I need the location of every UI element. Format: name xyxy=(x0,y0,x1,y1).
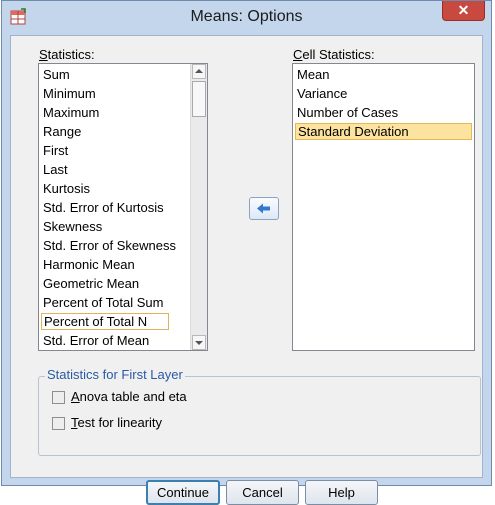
list-item[interactable]: Sum xyxy=(41,66,169,83)
close-icon: ✕ xyxy=(457,2,470,18)
scroll-down-icon xyxy=(195,341,203,345)
statistics-label: Statistics: xyxy=(39,47,95,62)
list-item[interactable]: Percent of Total N xyxy=(41,313,169,330)
list-item[interactable]: Harmonic Mean xyxy=(41,256,169,273)
scroll-down-button[interactable] xyxy=(192,335,206,350)
statistics-listbox[interactable]: Sum Minimum Maximum Range First Last Kurtosis S… xyxy=(38,63,208,351)
list-item[interactable]: Std. Error of Kurtosis xyxy=(41,199,169,216)
anova-checkbox[interactable] xyxy=(52,391,65,404)
list-item[interactable]: Range xyxy=(41,123,169,140)
list-item[interactable]: First xyxy=(41,142,169,159)
statistics-scrollbar[interactable] xyxy=(190,64,207,350)
list-item[interactable]: Last xyxy=(41,161,169,178)
close-button[interactable]: ✕ xyxy=(442,1,485,21)
list-item[interactable]: Kurtosis xyxy=(41,180,169,197)
list-item[interactable]: Geometric Mean xyxy=(41,275,169,292)
title-bar[interactable]: Means: Options ✕ xyxy=(2,1,491,35)
first-layer-legend: Statistics for First Layer xyxy=(45,367,185,382)
list-item[interactable]: Maximum xyxy=(41,104,169,121)
list-item[interactable]: Mean xyxy=(295,66,472,83)
window-title: Means: Options xyxy=(190,8,303,25)
scroll-up-button[interactable] xyxy=(192,64,206,79)
help-button[interactable]: Help xyxy=(305,480,378,505)
list-item[interactable]: Minimum xyxy=(41,85,169,102)
linearity-checkbox[interactable] xyxy=(52,417,65,430)
scroll-thumb[interactable] xyxy=(192,81,206,117)
dialog-body: Statistics: Sum Minimum Maximum Range First L… xyxy=(10,35,483,505)
list-item[interactable]: Skewness xyxy=(41,218,169,235)
list-item[interactable]: Percent of Total Sum xyxy=(41,294,169,311)
scroll-up-icon xyxy=(195,69,203,73)
list-item[interactable]: Std. Error of Mean xyxy=(41,332,169,349)
continue-button[interactable]: Continue xyxy=(146,480,220,505)
list-item[interactable]: Number of Cases xyxy=(295,104,472,121)
cell-statistics-listbox[interactable]: Mean Variance Number of Cases Standard Devi… xyxy=(292,63,475,351)
list-item[interactable]: Std. Error of Skewness xyxy=(41,237,176,254)
linearity-label: Test for linearity xyxy=(71,415,163,430)
anova-label: Anova table and eta xyxy=(71,389,187,404)
list-item[interactable]: Standard Deviation xyxy=(295,123,472,140)
arrow-left-icon xyxy=(257,203,270,214)
cell-statistics-label: Cell Statistics: xyxy=(293,47,375,62)
dialog-window: Means: Options ✕ Statistics: Sum Minimum M… xyxy=(1,0,492,505)
cancel-button[interactable]: Cancel xyxy=(226,480,299,505)
list-item[interactable]: Variance xyxy=(295,85,472,102)
move-left-button[interactable] xyxy=(249,197,279,220)
